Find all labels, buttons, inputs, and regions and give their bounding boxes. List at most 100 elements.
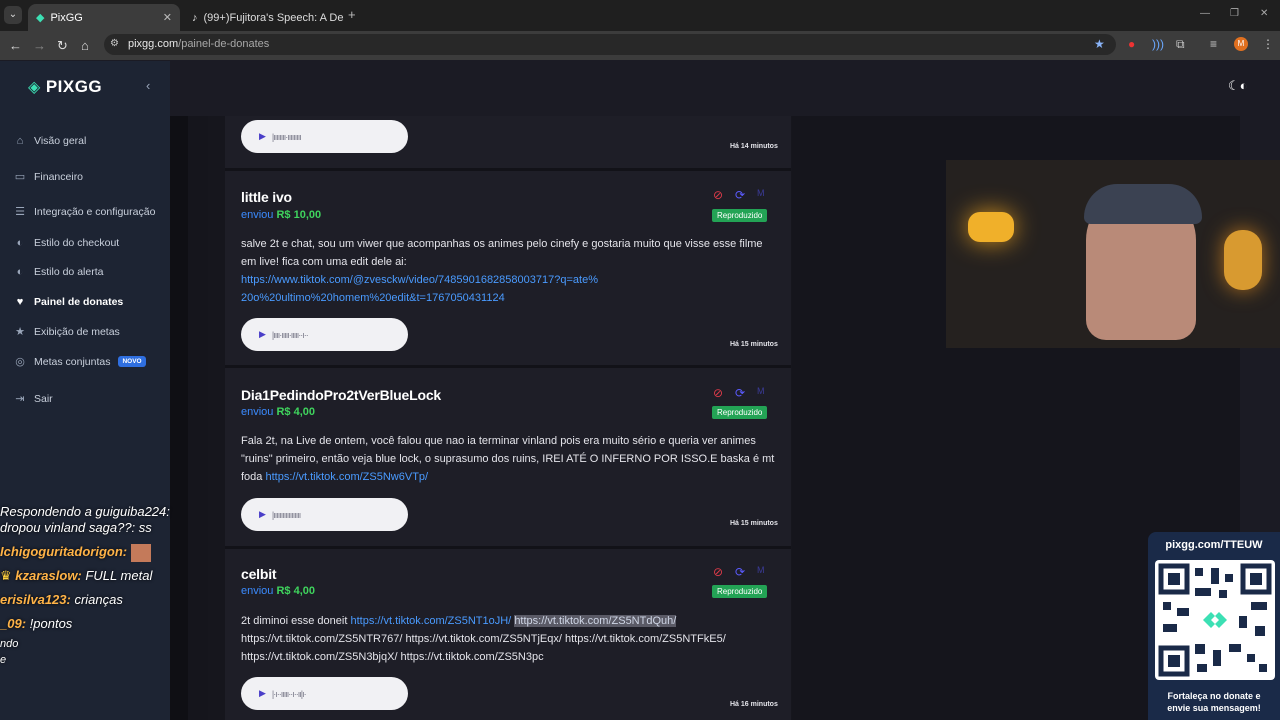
star-icon: ★ (15, 326, 25, 338)
settings-icon: ☰ (15, 206, 25, 218)
waveform[interactable]: |ıııı·ııııı·ııııı··ı·· (272, 330, 309, 340)
palette-icon: ◐ (16, 266, 24, 278)
chat-text: FULL metal (85, 568, 153, 583)
close-icon[interactable]: ✕ (163, 11, 172, 24)
target-icon: ◎ (15, 356, 25, 368)
lamp-light (1224, 230, 1262, 290)
chat-line: erisilva123: crianças (0, 588, 200, 612)
webcam-overlay (946, 160, 1280, 348)
chat-line: ndo (0, 636, 200, 652)
mute-icon[interactable]: M (757, 386, 765, 396)
message-link[interactable]: https://vt.tiktok.com/ZS5NT1oJH/ (350, 615, 511, 627)
donation-amount-line: enviou R$ 4,00 (241, 406, 315, 418)
donation-message: 2t diminoi esse doneit https://vt.tiktok… (241, 612, 775, 666)
donation-amount: R$ 4,00 (276, 406, 316, 418)
bookmark-star-icon[interactable]: ★ (1094, 37, 1105, 51)
cap-shape (1084, 184, 1202, 224)
sidebar-item-integracao[interactable]: ☰ Integração e configuração (14, 205, 156, 219)
play-icon[interactable]: ▶ (259, 688, 266, 699)
play-icon[interactable]: ▶ (259, 131, 266, 142)
chat-line: Ichigoguritadorigon: (0, 540, 200, 564)
block-icon[interactable]: ⊘ (713, 188, 723, 202)
donor-name: celbit (241, 566, 277, 582)
theme-toggle-icon[interactable]: ☾◐ (1228, 78, 1248, 94)
qr-code-icon (1155, 560, 1275, 680)
block-icon[interactable]: ⊘ (713, 565, 723, 579)
donor-name: little ivo (241, 189, 292, 205)
back-icon[interactable]: ← (9, 38, 22, 53)
sidebar-item-exibicao-metas[interactable]: ★ Exibição de metas (14, 325, 120, 339)
chevron-left-icon[interactable]: ‹ (146, 78, 150, 93)
donation-amount-line: enviou R$ 4,00 (241, 585, 315, 597)
mute-icon[interactable]: M (757, 188, 765, 198)
sidebar-item-estilo-checkout[interactable]: ◐ Estilo do checkout (14, 237, 120, 249)
extension-icon[interactable]: ))) (1152, 37, 1164, 51)
audio-player[interactable]: ▶ |ıııııııııııııııııı (241, 498, 408, 531)
replay-icon[interactable]: ⟳ (735, 188, 745, 202)
close-window-icon[interactable]: ✕ (1260, 8, 1268, 19)
tab-tiktok[interactable]: ♪ (99+)Fujitora's Speech: A Deep ✕ (184, 4, 344, 31)
tab-title: PixGG (50, 11, 83, 24)
mute-icon[interactable]: M (757, 565, 765, 575)
reload-icon[interactable]: ↻ (57, 38, 68, 54)
sidebar-item-label: Painel de donates (34, 296, 124, 308)
crown-icon: ♛ (0, 568, 12, 583)
sidebar-item-financeiro[interactable]: ▭ Financeiro (14, 170, 83, 184)
home-icon[interactable]: ⌂ (81, 38, 89, 53)
sidebar-item-label: Estilo do checkout (34, 237, 120, 249)
audio-player[interactable]: ▶ |·ı··ııııı··ı··ıı|ı· (241, 677, 408, 710)
sidebar-item-label: Exibição de metas (34, 325, 120, 338)
new-badge: NOVO (118, 356, 146, 367)
url-path: /painel-de-donates (178, 38, 270, 50)
logo-icon: ◈ (28, 79, 41, 96)
waveform[interactable]: |ıııııııı·ııııııııı (272, 132, 302, 142)
block-icon[interactable]: ⊘ (713, 386, 723, 400)
logout-icon: ⇥ (15, 393, 25, 405)
sidebar-item-label: Integração e configuração (34, 205, 156, 218)
audio-player[interactable]: ▶ |ıııı·ııııı·ııııı··ı·· (241, 318, 408, 351)
menu-icon[interactable]: ⋮ (1262, 37, 1274, 51)
avatar[interactable]: M (1234, 37, 1248, 51)
replay-icon[interactable]: ⟳ (735, 565, 745, 579)
chat-text: crianças (74, 592, 123, 607)
waveform[interactable]: |ıııııııııııııııııı (272, 510, 301, 520)
donation-time: Há 16 minutos (730, 701, 778, 708)
sidebar-item-painel-donates[interactable]: ♥ Painel de donates (14, 296, 124, 308)
selected-link[interactable]: https://vt.tiktok.com/ZS5NTdQuh/ (514, 615, 677, 627)
extensions-puzzle-icon[interactable]: ⧉ (1176, 37, 1185, 52)
tab-pixgg[interactable]: ◆ PixGG ✕ (28, 4, 180, 31)
top-bar (170, 61, 1280, 116)
message-link[interactable]: https://vt.tiktok.com/ZS5Nw6VTp/ (265, 471, 428, 483)
sent-label: enviou (241, 406, 274, 418)
minimize-icon[interactable]: — (1200, 8, 1210, 19)
pixgg-logo[interactable]: ◈ PIXGG (28, 77, 102, 97)
replay-icon[interactable]: ⟳ (735, 386, 745, 400)
sidebar-item-sair[interactable]: ⇥ Sair (14, 392, 52, 406)
qr-caption-line: Fortaleça no donate e (1167, 691, 1261, 701)
tab-search-button[interactable]: ⌄ (4, 6, 22, 24)
new-tab-button[interactable]: + (348, 7, 356, 22)
extension-icon[interactable]: ● (1128, 37, 1135, 51)
play-icon[interactable]: ▶ (259, 329, 266, 340)
sidebar-item-metas-conjuntas[interactable]: ◎ Metas conjuntas NOVO (14, 355, 146, 368)
address-bar[interactable]: pixgg.com/painel-de-donates (104, 34, 1116, 55)
sent-label: enviou (241, 209, 274, 221)
chat-text: ndo (0, 638, 19, 650)
forward-icon[interactable]: → (33, 38, 46, 53)
sidebar-item-visao-geral[interactable]: ⌂ Visão geral (14, 135, 87, 147)
donation-time: Há 14 minutos (730, 143, 778, 150)
message-link[interactable]: https://www.tiktok.com/@zvesckw/video/74… (241, 271, 601, 307)
home-icon: ⌂ (16, 135, 24, 147)
url-domain: pixgg.com (128, 38, 179, 50)
waveform[interactable]: |·ı··ııııı··ı··ıı|ı· (272, 689, 307, 699)
maximize-icon[interactable]: ❐ (1230, 8, 1239, 19)
chat-line: ♛ kzaraslow: FULL metal (0, 564, 200, 588)
audio-player[interactable]: ▶ |ıııııııı·ııııııııı (241, 120, 408, 153)
chat-line: _09: !pontos (0, 612, 200, 636)
site-info-icon[interactable]: ⚙ (110, 38, 119, 49)
chat-text: e (0, 654, 7, 666)
sidebar-item-estilo-alerta[interactable]: ◐ Estilo do alerta (14, 266, 104, 278)
media-control-icon[interactable]: ≡ (1210, 37, 1217, 51)
play-icon[interactable]: ▶ (259, 509, 266, 520)
donation-message: Fala 2t, na Live de ontem, você falou qu… (241, 432, 775, 486)
